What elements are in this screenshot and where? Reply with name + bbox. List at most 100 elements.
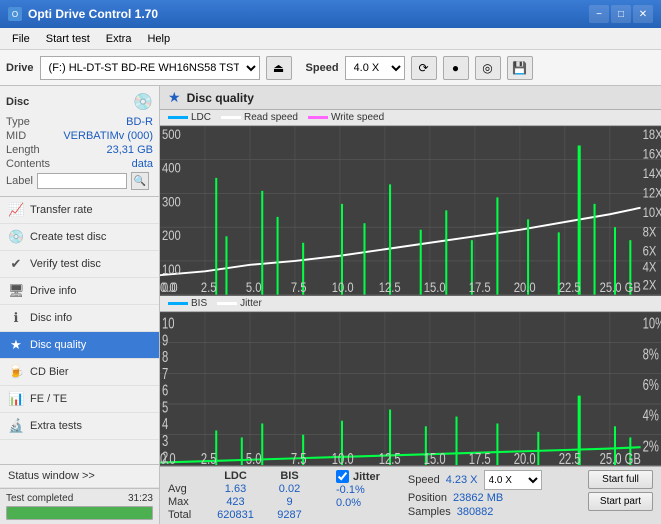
start-buttons: Start full Start part bbox=[588, 470, 653, 511]
disc-header: Disc 💿 bbox=[6, 92, 153, 112]
cd-bier-label: CD Bier bbox=[30, 366, 69, 378]
position-key: Position bbox=[408, 492, 447, 504]
legend-jitter: Jitter bbox=[217, 298, 262, 309]
disc-label-btn[interactable]: 🔍 bbox=[131, 172, 149, 190]
drive-selector[interactable]: (F:) HL-DT-ST BD-RE WH16NS58 TST4 bbox=[40, 56, 260, 80]
disc-type-val: BD-R bbox=[126, 116, 153, 128]
svg-text:2%: 2% bbox=[643, 437, 659, 454]
menu-start-test[interactable]: Start test bbox=[38, 31, 98, 47]
legend-write-speed: Write speed bbox=[308, 112, 384, 123]
disc-mid-key: MID bbox=[6, 130, 26, 142]
transfer-rate-icon: 📈 bbox=[8, 202, 24, 218]
svg-text:20.0: 20.0 bbox=[514, 450, 536, 465]
disc-mid-row: MID VERBATIMv (000) bbox=[6, 130, 153, 142]
svg-text:2.5: 2.5 bbox=[201, 450, 217, 465]
svg-text:17.5: 17.5 bbox=[469, 450, 491, 465]
drive-info-icon: 🖥 bbox=[8, 283, 24, 299]
verify-test-disc-label: Verify test disc bbox=[30, 258, 101, 270]
svg-text:5: 5 bbox=[162, 398, 168, 415]
sidebar-item-extra-tests[interactable]: 🔬 Extra tests bbox=[0, 413, 159, 440]
chart-header: ★ Disc quality bbox=[160, 86, 661, 110]
avg-jitter: -0.1% bbox=[336, 484, 380, 496]
menu-help[interactable]: Help bbox=[139, 31, 178, 47]
sidebar-item-disc-info[interactable]: ℹ Disc info bbox=[0, 305, 159, 332]
sidebar-item-drive-info[interactable]: 🖥 Drive info bbox=[0, 278, 159, 305]
max-label: Max bbox=[168, 496, 204, 508]
svg-text:6X: 6X bbox=[643, 242, 657, 259]
position-val: 23862 MB bbox=[453, 492, 503, 504]
disc-label-input[interactable] bbox=[37, 173, 127, 189]
speed-dropdown[interactable]: 4.0 X bbox=[484, 470, 542, 490]
drive-label: Drive bbox=[6, 62, 34, 74]
progress-bar-inner bbox=[7, 507, 152, 519]
disc-contents-val: data bbox=[132, 158, 153, 170]
svg-text:7.5: 7.5 bbox=[291, 279, 307, 295]
speed-position-section: Speed 4.23 X 4.0 X Position 23862 MB Sam… bbox=[408, 470, 542, 518]
status-window-btn[interactable]: Status window >> bbox=[0, 465, 159, 488]
disc-quality-icon: ★ bbox=[8, 337, 24, 353]
disc-info-label: Disc info bbox=[30, 312, 72, 324]
fe-te-icon: 📊 bbox=[8, 391, 24, 407]
progress-bar-outer bbox=[6, 506, 153, 520]
svg-text:3: 3 bbox=[162, 432, 168, 449]
sidebar-item-create-test-disc[interactable]: 💿 Create test disc bbox=[0, 224, 159, 251]
top-chart-legend: LDC Read speed Write speed bbox=[160, 110, 661, 126]
maximize-button[interactable]: □ bbox=[611, 5, 631, 23]
close-button[interactable]: ✕ bbox=[633, 5, 653, 23]
menu-file[interactable]: File bbox=[4, 31, 38, 47]
disc-info-icon: ℹ bbox=[8, 310, 24, 326]
total-ldc: 620831 bbox=[208, 509, 263, 521]
svg-text:22.5: 22.5 bbox=[559, 279, 581, 295]
start-full-button[interactable]: Start full bbox=[588, 470, 653, 489]
sidebar-item-verify-test-disc[interactable]: ✔ Verify test disc bbox=[0, 251, 159, 278]
eject-button[interactable]: ⏏ bbox=[266, 56, 292, 80]
svg-text:400: 400 bbox=[162, 159, 181, 176]
disc-label-key: Label bbox=[6, 175, 33, 187]
create-test-disc-icon: 💿 bbox=[8, 229, 24, 245]
jitter-checkbox[interactable] bbox=[336, 470, 349, 483]
save-button[interactable]: 💾 bbox=[507, 56, 533, 80]
svg-text:10%: 10% bbox=[643, 315, 661, 332]
bis-label: BIS bbox=[191, 298, 207, 309]
svg-text:22.5: 22.5 bbox=[559, 450, 581, 465]
svg-text:4X: 4X bbox=[643, 258, 657, 275]
avg-ldc: 1.63 bbox=[208, 483, 263, 495]
svg-text:15.0: 15.0 bbox=[424, 450, 446, 465]
refresh-button[interactable]: ⟳ bbox=[411, 56, 437, 80]
speed-selector[interactable]: 4.0 X bbox=[345, 56, 405, 80]
svg-text:25.0 GB: 25.0 GB bbox=[600, 450, 641, 465]
create-test-disc-label: Create test disc bbox=[30, 231, 106, 243]
bis-color bbox=[168, 302, 188, 305]
main-content: ★ Disc quality LDC Read speed Write spee… bbox=[160, 86, 661, 524]
ldc-col-header: LDC bbox=[208, 470, 263, 482]
svg-text:300: 300 bbox=[162, 193, 181, 210]
drive-toolbar: Drive (F:) HL-DT-ST BD-RE WH16NS58 TST4 … bbox=[0, 50, 661, 86]
legend-ldc: LDC bbox=[168, 112, 211, 123]
disc-contents-row: Contents data bbox=[6, 158, 153, 170]
start-part-button[interactable]: Start part bbox=[588, 492, 653, 511]
disc-length-row: Length 23,31 GB bbox=[6, 144, 153, 156]
svg-text:14X: 14X bbox=[643, 165, 661, 182]
samples-key: Samples bbox=[408, 506, 451, 518]
svg-text:7: 7 bbox=[162, 365, 168, 382]
svg-text:10X: 10X bbox=[643, 203, 661, 220]
chart-title: Disc quality bbox=[187, 91, 254, 105]
sidebar-item-cd-bier[interactable]: 🍺 CD Bier bbox=[0, 359, 159, 386]
disc-panel: Disc 💿 Type BD-R MID VERBATIMv (000) Len… bbox=[0, 86, 159, 197]
svg-text:8%: 8% bbox=[643, 345, 659, 362]
record-button[interactable]: ● bbox=[443, 56, 469, 80]
extra-tests-label: Extra tests bbox=[30, 420, 82, 432]
sidebar-item-disc-quality[interactable]: ★ Disc quality bbox=[0, 332, 159, 359]
sidebar-item-fe-te[interactable]: 📊 FE / TE bbox=[0, 386, 159, 413]
sidebar-item-transfer-rate[interactable]: 📈 Transfer rate bbox=[0, 197, 159, 224]
svg-text:12.5: 12.5 bbox=[379, 450, 401, 465]
disc-type-row: Type BD-R bbox=[6, 116, 153, 128]
total-bis: 9287 bbox=[267, 509, 312, 521]
disc-type-key: Type bbox=[6, 116, 30, 128]
status-window-label: Status window >> bbox=[8, 470, 95, 482]
ldc-color bbox=[168, 116, 188, 119]
settings-button[interactable]: ◎ bbox=[475, 56, 501, 80]
menu-extra[interactable]: Extra bbox=[98, 31, 140, 47]
minimize-button[interactable]: − bbox=[589, 5, 609, 23]
svg-text:18X: 18X bbox=[643, 126, 661, 142]
